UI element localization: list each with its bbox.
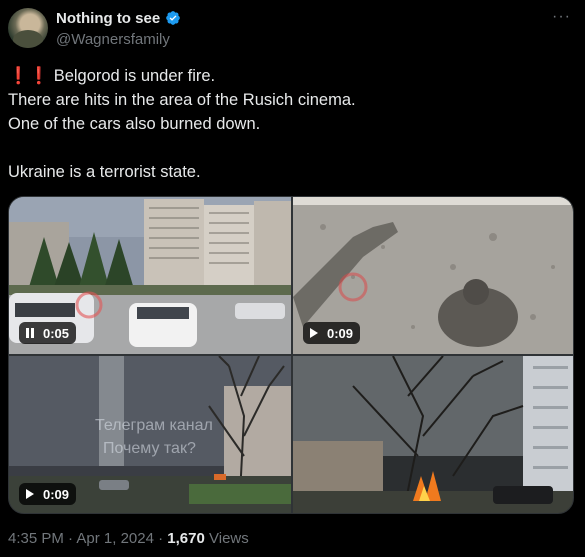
watermark-line-1: Телеграм канал bbox=[95, 417, 213, 434]
play-icon[interactable] bbox=[309, 327, 319, 339]
video-thumbnail-2[interactable]: 0:09 bbox=[293, 197, 573, 354]
video-still-4 bbox=[293, 356, 573, 513]
watermark-text: Телеграм канал Почему так? bbox=[95, 414, 213, 460]
author-display-name[interactable]: Nothing to see bbox=[56, 10, 160, 27]
tweet-text: ❗❗ Belgorod is under fire. There are hit… bbox=[8, 64, 568, 184]
video-thumbnail-1[interactable]: 0:05 bbox=[9, 197, 291, 354]
video-thumbnail-4[interactable] bbox=[293, 356, 573, 513]
more-icon[interactable]: ··· bbox=[552, 8, 571, 26]
tweet-line-2: There are hits in the area of the Rusich… bbox=[8, 91, 356, 109]
tweet-line-3: One of the cars also burned down. bbox=[8, 115, 261, 133]
video-duration-pill: 0:05 bbox=[19, 322, 77, 344]
views-label: Views bbox=[209, 530, 249, 547]
tweet-date[interactable]: Apr 1, 2024 bbox=[76, 530, 154, 547]
author-avatar[interactable] bbox=[8, 8, 48, 48]
watermark-line-2: Почему так? bbox=[103, 440, 196, 457]
tweet-meta: 4:35 PM · Apr 1, 2024 · 1,670 Views bbox=[8, 530, 249, 547]
pause-icon[interactable] bbox=[25, 327, 35, 339]
video-duration: 0:09 bbox=[43, 486, 70, 502]
tweet-time[interactable]: 4:35 PM bbox=[8, 530, 64, 547]
video-thumbnail-3[interactable]: Телеграм канал Почему так? 0:09 bbox=[9, 356, 291, 513]
play-icon[interactable] bbox=[25, 488, 35, 500]
video-duration-pill: 0:09 bbox=[303, 322, 361, 344]
verified-badge-icon bbox=[166, 11, 180, 25]
author-handle[interactable]: @Wagnersfamily bbox=[56, 31, 170, 48]
tweet-line-1: Belgorod is under fire. bbox=[53, 67, 216, 85]
video-duration: 0:05 bbox=[43, 325, 70, 341]
separator: · bbox=[158, 530, 164, 547]
video-duration-pill: 0:09 bbox=[19, 483, 77, 505]
tweet-line-4: Ukraine is a terrorist state. bbox=[8, 163, 201, 181]
views-count: 1,670 bbox=[167, 530, 205, 547]
media-grid: 0:05 0:09 Телеграм канал Почему так? 0:0… bbox=[8, 196, 574, 514]
video-duration: 0:09 bbox=[327, 325, 354, 341]
separator: · bbox=[68, 530, 74, 547]
alert-emoji-icon: ❗❗ bbox=[8, 67, 50, 85]
